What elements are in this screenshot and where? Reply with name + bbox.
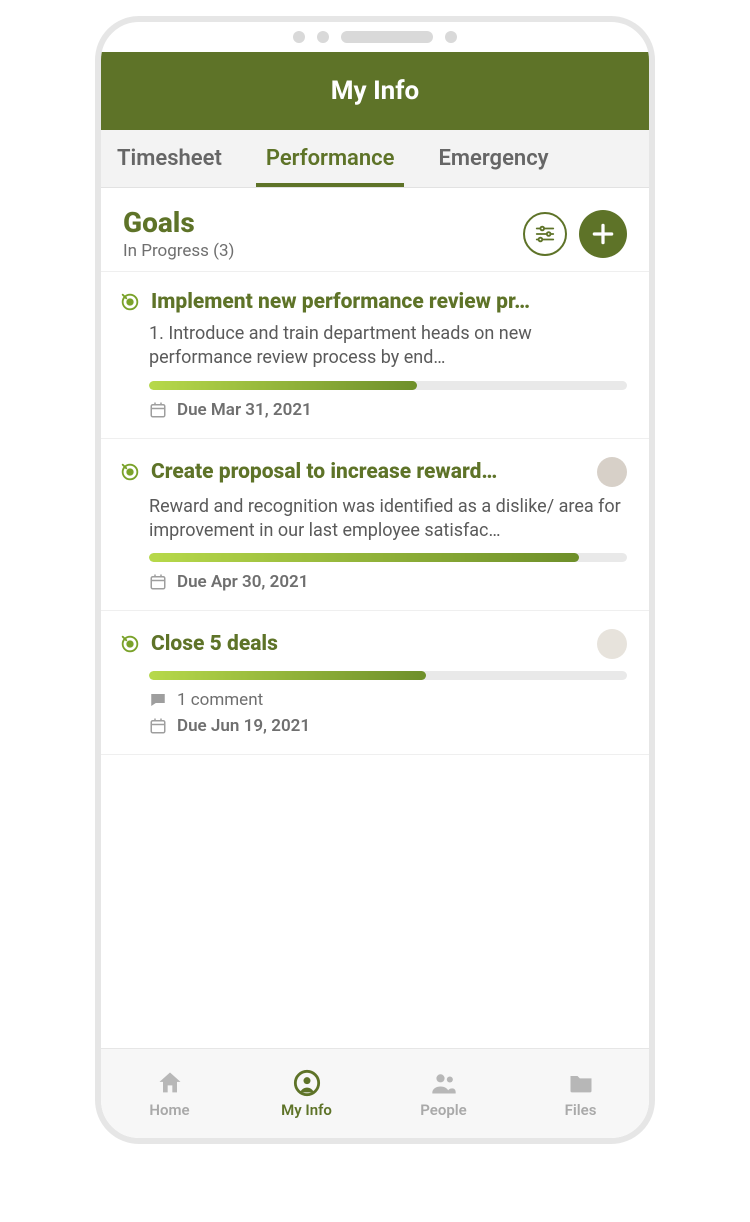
goal-progress-fill bbox=[149, 671, 426, 680]
filter-button[interactable] bbox=[523, 212, 567, 256]
plus-icon bbox=[590, 221, 616, 247]
nav-my-info[interactable]: My Info bbox=[238, 1049, 375, 1138]
nav-label: People bbox=[420, 1101, 467, 1119]
tab-emergency[interactable]: Emergency bbox=[416, 130, 570, 187]
avatar bbox=[597, 629, 627, 659]
goal-progress-fill bbox=[149, 381, 417, 390]
folder-icon bbox=[567, 1069, 595, 1097]
bottom-nav: Home My Info People Files bbox=[101, 1048, 649, 1138]
nav-label: Home bbox=[149, 1101, 189, 1119]
goal-due: Due Mar 31, 2021 bbox=[177, 400, 312, 420]
goal-comments: 1 comment bbox=[177, 690, 263, 710]
device-button-volume-down bbox=[95, 426, 99, 546]
device-notch bbox=[101, 22, 649, 52]
goal-due: Due Apr 30, 2021 bbox=[177, 572, 308, 592]
phone-frame: My Info Timesheet Performance Emergency … bbox=[95, 16, 655, 1144]
nav-label: My Info bbox=[281, 1101, 332, 1119]
goal-title: Implement new performance review pr… bbox=[151, 290, 627, 314]
tab-timesheet[interactable]: Timesheet bbox=[101, 130, 244, 187]
nav-home[interactable]: Home bbox=[101, 1049, 238, 1138]
target-icon bbox=[119, 291, 141, 313]
device-button-power bbox=[651, 378, 655, 442]
tab-label: Timesheet bbox=[117, 146, 222, 171]
nav-label: Files bbox=[565, 1101, 597, 1119]
title-bar: My Info bbox=[101, 52, 649, 130]
nav-files[interactable]: Files bbox=[512, 1049, 649, 1138]
avatar bbox=[597, 457, 627, 487]
tab-performance[interactable]: Performance bbox=[244, 130, 417, 187]
goal-title: Create proposal to increase reward… bbox=[151, 460, 587, 484]
device-camera-dot-2 bbox=[445, 31, 457, 43]
goal-progress-fill bbox=[149, 553, 579, 562]
goal-due: Due Jun 19, 2021 bbox=[177, 716, 310, 736]
target-icon bbox=[119, 461, 141, 483]
content-area[interactable]: Goals In Progress (3) bbox=[101, 188, 649, 1048]
section-subtitle: In Progress (3) bbox=[123, 241, 523, 261]
device-camera-dot bbox=[293, 31, 305, 43]
sliders-icon bbox=[534, 223, 556, 245]
calendar-icon bbox=[149, 573, 167, 591]
calendar-icon bbox=[149, 717, 167, 735]
tab-label: Performance bbox=[266, 146, 395, 171]
nav-people[interactable]: People bbox=[375, 1049, 512, 1138]
goal-progress bbox=[149, 553, 627, 562]
section-header: Goals In Progress (3) bbox=[101, 188, 649, 272]
goal-progress bbox=[149, 381, 627, 390]
section-title: Goals bbox=[123, 206, 523, 239]
goal-item[interactable]: Close 5 deals 1 comment bbox=[101, 611, 649, 755]
device-button-volume-up bbox=[95, 302, 99, 392]
target-icon bbox=[119, 633, 141, 655]
calendar-icon bbox=[149, 401, 167, 419]
home-icon bbox=[156, 1069, 184, 1097]
goal-description: 1. Introduce and train department heads … bbox=[149, 322, 627, 371]
goal-item[interactable]: Implement new performance review pr… 1. … bbox=[101, 272, 649, 439]
device-speaker bbox=[341, 31, 433, 43]
tab-bar: Timesheet Performance Emergency bbox=[101, 130, 649, 188]
tab-label: Emergency bbox=[438, 146, 548, 171]
comment-icon bbox=[149, 691, 167, 709]
page-title: My Info bbox=[331, 76, 419, 106]
add-goal-button[interactable] bbox=[579, 210, 627, 258]
profile-icon bbox=[293, 1069, 321, 1097]
goal-title: Close 5 deals bbox=[151, 632, 587, 656]
goal-description: Reward and recognition was identified as… bbox=[149, 495, 627, 544]
goal-item[interactable]: Create proposal to increase reward… Rewa… bbox=[101, 439, 649, 612]
device-sensor-dot bbox=[317, 31, 329, 43]
people-icon bbox=[430, 1069, 458, 1097]
goal-progress bbox=[149, 671, 627, 680]
